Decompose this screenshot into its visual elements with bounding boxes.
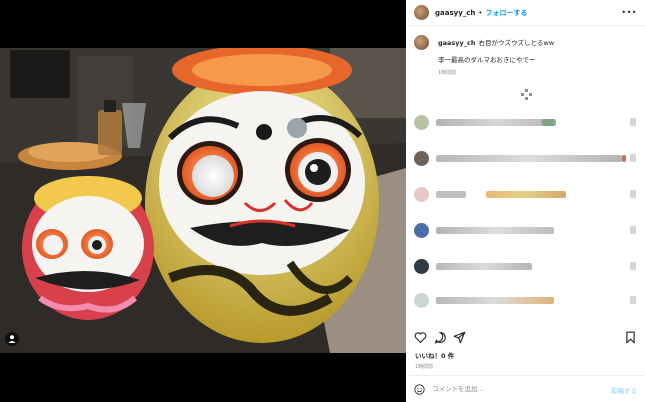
post-timestamp: 1時間前 [415, 364, 434, 370]
like-count[interactable]: いいね！0 件 [415, 350, 454, 360]
commenter-avatar[interactable] [414, 187, 429, 202]
comment-like-icon[interactable] [630, 154, 636, 162]
commenter-avatar[interactable] [414, 223, 429, 238]
user-tag-icon[interactable] [5, 332, 19, 346]
header-separator: • [478, 8, 483, 17]
post-media[interactable] [0, 0, 406, 402]
comment-like-icon[interactable] [630, 262, 636, 270]
author-avatar[interactable] [414, 5, 429, 20]
comment-icon[interactable] [434, 331, 447, 344]
emoji-icon[interactable] [414, 384, 425, 395]
paper-plane-icon[interactable] [453, 331, 466, 344]
comment-row[interactable] [414, 223, 642, 239]
comment-row[interactable] [414, 187, 642, 203]
commenter-avatar[interactable] [414, 259, 429, 274]
caption-username[interactable]: gaasyy_ch [438, 39, 476, 47]
comment-row[interactable] [414, 151, 642, 167]
heart-icon[interactable] [414, 331, 427, 344]
comment-like-icon[interactable] [630, 226, 636, 234]
more-options-icon[interactable]: ••• [621, 8, 637, 17]
caption-line1: gaasyy_ch 右目がウズウズしとるww [438, 37, 554, 47]
post-side-panel: gaasyy_ch • フォローする ••• gaasyy_ch 右目がウズウズし… [406, 0, 645, 402]
bookmark-icon[interactable] [624, 331, 637, 344]
post-actions [406, 329, 645, 349]
comment-row[interactable] [414, 259, 642, 275]
commenter-avatar[interactable] [414, 293, 429, 308]
comment-composer: 投稿する [406, 375, 645, 402]
comment-like-icon[interactable] [630, 118, 636, 126]
post-photo[interactable] [0, 48, 406, 353]
caption-text-2: 李一最高のダルマおおきにやでー [438, 56, 536, 64]
commenter-avatar[interactable] [414, 151, 429, 166]
caption-timestamp: 1時間前 [438, 70, 457, 76]
caption-text-1: 右目がウズウズしとるww [478, 39, 555, 47]
post-comment-button[interactable]: 投稿する [611, 385, 637, 395]
commenter-avatar[interactable] [414, 115, 429, 130]
comment-row[interactable] [414, 115, 642, 131]
loading-spinner-icon [521, 89, 533, 101]
daruma-photo [0, 48, 406, 353]
post-header: gaasyy_ch • フォローする ••• [406, 0, 645, 26]
comment-input[interactable] [432, 382, 592, 396]
caption: gaasyy_ch 右目がウズウズしとるww 李一最高のダルマおおきにやでー 1時… [406, 27, 645, 87]
comment-like-icon[interactable] [630, 190, 636, 198]
comment-like-icon[interactable] [630, 296, 636, 304]
comments-list[interactable]: gaasyy_ch 右目がウズウズしとるww 李一最高のダルマおおきにやでー 1時… [406, 27, 645, 322]
comment-row[interactable] [414, 293, 642, 309]
caption-avatar[interactable] [414, 35, 429, 50]
follow-button[interactable]: フォローする [486, 8, 528, 18]
author-username[interactable]: gaasyy_ch [435, 9, 475, 17]
